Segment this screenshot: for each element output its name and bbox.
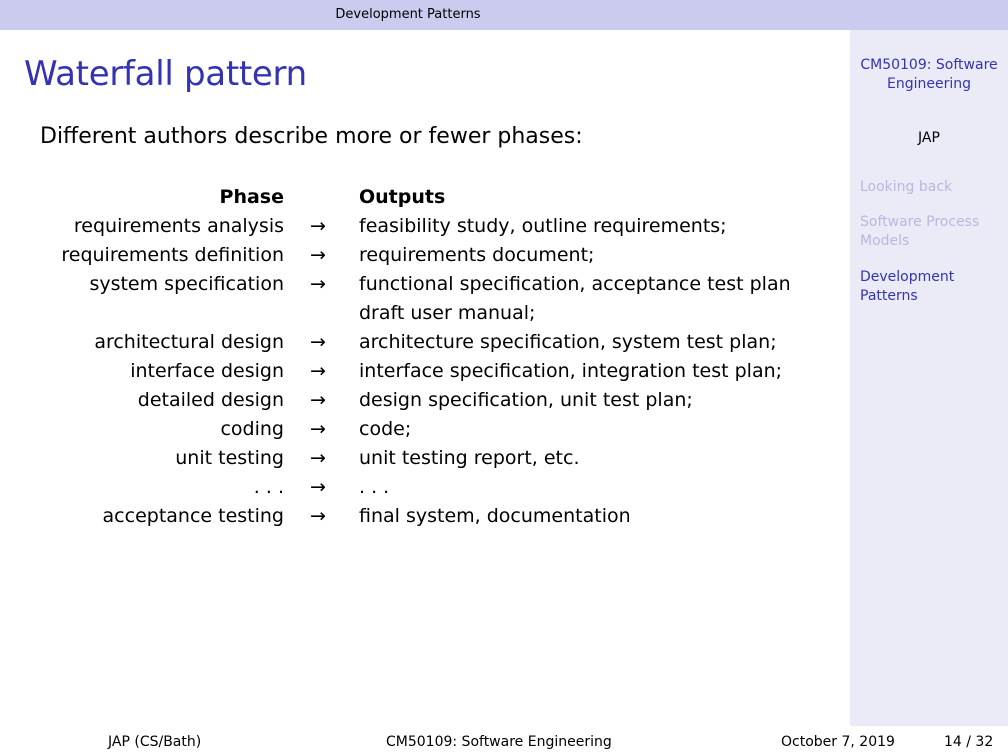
table-row: unit testing → unit testing report, etc. <box>0 447 850 476</box>
phase-cell: detailed design <box>137 389 284 411</box>
table-row: interface design → interface specification… <box>0 360 850 389</box>
arrow-icon: → <box>310 447 326 469</box>
footer-page-number: 14 / 32 <box>944 734 994 750</box>
arrow-icon: → <box>310 389 326 411</box>
phase-column-header: Phase <box>219 186 284 208</box>
sidebar-item-development-patterns[interactable]: Development Patterns <box>860 268 1000 306</box>
phase-cell: requirements definition <box>61 244 284 266</box>
arrow-icon: → <box>310 476 326 498</box>
arrow-icon: → <box>310 331 326 353</box>
output-cell: functional specification, acceptance tes… <box>359 273 791 295</box>
footer-course: CM50109: Software Engineering <box>386 734 612 750</box>
phase-cell: interface design <box>130 360 284 382</box>
phase-cell: unit testing <box>175 447 284 469</box>
table-row: draft user manual; <box>0 302 850 331</box>
phase-cell: acceptance testing <box>102 505 284 527</box>
section-title[interactable]: Development Patterns <box>0 7 816 22</box>
slide-intro-text: Different authors describe more or fewer… <box>40 124 583 149</box>
output-cell: feasibility study, outline requirements; <box>359 215 727 237</box>
output-cell: architecture specification, system test … <box>359 331 777 353</box>
arrow-icon: → <box>310 273 326 295</box>
phase-cell: coding <box>220 418 284 440</box>
output-cell: . . . <box>359 476 390 498</box>
sidebar-item-software-process-models[interactable]: Software Process Models <box>860 213 1000 251</box>
output-cell: code; <box>359 418 412 440</box>
arrow-icon: → <box>310 418 326 440</box>
phase-cell: system specification <box>89 273 284 295</box>
table-row: requirements analysis → feasibility study,… <box>0 215 850 244</box>
footer-author: JAP (CS/Bath) <box>108 734 202 750</box>
phase-cell: architectural design <box>94 331 284 353</box>
output-cell: requirements document; <box>359 244 595 266</box>
output-cell: interface specification, integration tes… <box>359 360 783 382</box>
output-cell: final system, documentation <box>359 505 631 527</box>
sidebar-item-looking-back[interactable]: Looking back <box>860 178 1000 197</box>
output-cell: draft user manual; <box>359 302 536 324</box>
phase-cell: requirements analysis <box>73 215 284 237</box>
table-row: architectural design → architecture specif… <box>0 331 850 360</box>
output-cell: unit testing report, etc. <box>359 447 580 469</box>
arrow-icon: → <box>310 215 326 237</box>
phase-cell: . . . <box>253 476 284 498</box>
table-header-row: Phase Outputs <box>0 186 850 215</box>
footer-date: October 7, 2019 <box>781 734 895 750</box>
sidebar-title[interactable]: CM50109: Software Engineering <box>850 56 1008 94</box>
table-row: coding → code; <box>0 418 850 447</box>
footer-bar: JAP (CS/Bath) CM50109: Software Engineer… <box>0 726 1008 756</box>
arrow-icon: → <box>310 244 326 266</box>
table-row: requirements definition → requirements doc… <box>0 244 850 273</box>
sidebar-author: JAP <box>918 130 940 146</box>
section-header-bar: Development Patterns <box>0 0 1008 30</box>
outputs-column-header: Outputs <box>359 186 446 208</box>
table-row: system specification → functional specific… <box>0 273 850 302</box>
arrow-icon: → <box>310 505 326 527</box>
arrow-icon: → <box>310 360 326 382</box>
output-cell: design specification, unit test plan; <box>359 389 693 411</box>
table-row: acceptance testing → final system, documen… <box>0 505 850 534</box>
table-row: detailed design → design specification, un… <box>0 389 850 418</box>
table-row: . . . → . . . <box>0 476 850 505</box>
slide-title: Waterfall pattern <box>24 54 307 94</box>
